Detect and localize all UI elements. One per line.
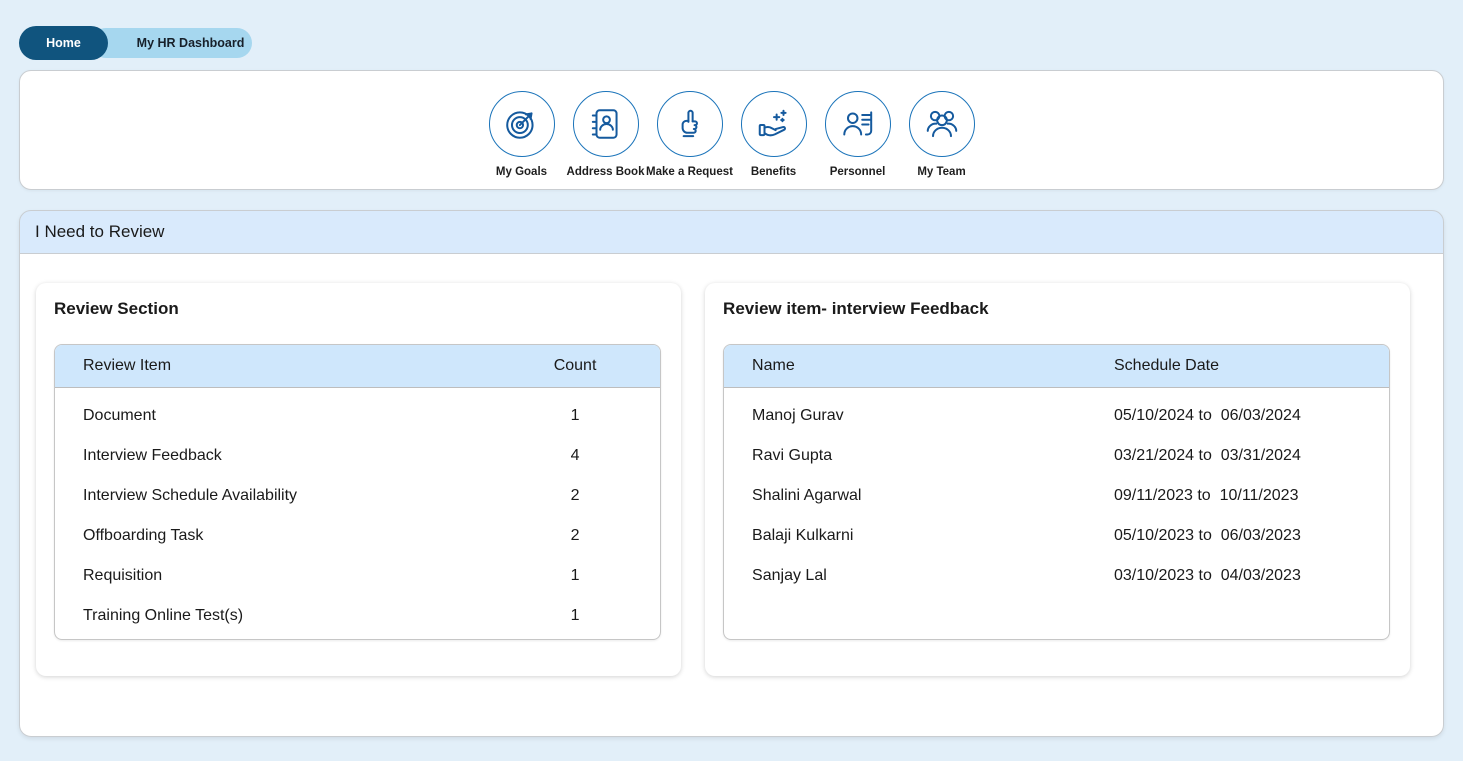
toolbar-item-my-goals[interactable]: My Goals (480, 91, 564, 178)
table-body: Document 1 Interview Feedback 4 Intervie… (55, 388, 660, 639)
breadcrumb: My HR Dashboard Home (19, 26, 279, 60)
name-cell: Shalini Agarwal (752, 487, 1114, 505)
name-cell: Ravi Gupta (752, 447, 1114, 465)
toolbar-item-label: My Team (917, 166, 965, 178)
table-row[interactable]: Manoj Gurav 05/10/2024 to 06/03/2024 (724, 396, 1389, 436)
table-header-row: Name Schedule Date (724, 345, 1389, 388)
name-cell: Manoj Gurav (752, 407, 1114, 425)
toolbar-item-label: Benefits (751, 166, 796, 178)
column-header-name: Name (752, 357, 1114, 375)
name-cell: Sanjay Lal (752, 567, 1114, 585)
toolbar-item-label: Make a Request (646, 166, 733, 178)
table-row[interactable]: Sanjay Lal 03/10/2023 to 04/03/2023 (724, 556, 1389, 596)
review-section-table: Review Item Count Document 1 Interview F… (54, 344, 661, 640)
card-title: Review Section (54, 299, 661, 319)
pointing-hand-icon (657, 91, 723, 157)
interview-feedback-card: Review item- interview Feedback Name Sch… (705, 283, 1410, 676)
section-body: Review Section Review Item Count Documen… (19, 254, 1444, 737)
review-section-card: Review Section Review Item Count Documen… (36, 283, 681, 676)
table-row[interactable]: Interview Feedback 4 (55, 436, 660, 476)
toolbar-item-my-team[interactable]: My Team (900, 91, 984, 178)
review-item-cell: Document (83, 407, 490, 425)
table-row[interactable]: Shalini Agarwal 09/11/2023 to 10/11/2023 (724, 476, 1389, 516)
table-body: Manoj Gurav 05/10/2024 to 06/03/2024 Rav… (724, 388, 1389, 639)
name-cell: Balaji Kulkarni (752, 527, 1114, 545)
review-item-cell: Training Online Test(s) (83, 607, 490, 625)
review-item-cell: Interview Feedback (83, 447, 490, 465)
schedule-date-cell: 03/21/2024 to 03/31/2024 (1114, 447, 1389, 465)
schedule-date-cell: 09/11/2023 to 10/11/2023 (1114, 487, 1389, 505)
review-item-cell: Requisition (83, 567, 490, 585)
tab-label: Home (46, 36, 81, 50)
address-book-icon (573, 91, 639, 157)
giving-hand-icon (741, 91, 807, 157)
count-cell: 2 (490, 527, 660, 545)
table-row[interactable]: Training Online Test(s) 1 (55, 596, 660, 636)
toolbar-item-make-a-request[interactable]: Make a Request (648, 91, 732, 178)
schedule-date-cell: 05/10/2024 to 06/03/2024 (1114, 407, 1389, 425)
count-cell: 1 (490, 567, 660, 585)
column-header-review-item: Review Item (83, 357, 490, 375)
interview-feedback-table: Name Schedule Date Manoj Gurav 05/10/202… (723, 344, 1390, 640)
toolbar-item-personnel[interactable]: Personnel (816, 91, 900, 178)
table-header-row: Review Item Count (55, 345, 660, 388)
tab-home[interactable]: Home (19, 26, 108, 60)
people-group-icon (909, 91, 975, 157)
column-header-schedule-date: Schedule Date (1114, 357, 1389, 375)
toolbar-item-label: My Goals (496, 166, 547, 178)
review-item-cell: Offboarding Task (83, 527, 490, 545)
count-cell: 2 (490, 487, 660, 505)
count-cell: 1 (490, 607, 660, 625)
table-row[interactable]: Ravi Gupta 03/21/2024 to 03/31/2024 (724, 436, 1389, 476)
card-title: Review item- interview Feedback (723, 299, 1390, 319)
quick-links-toolbar: My Goals Address Book Make a Request (19, 70, 1444, 190)
need-to-review-section: I Need to Review Review Section Review I… (19, 210, 1444, 737)
schedule-date-cell: 03/10/2023 to 04/03/2023 (1114, 567, 1389, 585)
review-item-cell: Interview Schedule Availability (83, 487, 490, 505)
section-title: I Need to Review (35, 222, 164, 242)
count-cell: 4 (490, 447, 660, 465)
toolbar-item-label: Address Book (567, 166, 645, 178)
table-row[interactable]: Requisition 1 (55, 556, 660, 596)
toolbar-item-benefits[interactable]: Benefits (732, 91, 816, 178)
table-row[interactable]: Balaji Kulkarni 05/10/2023 to 06/03/2023 (724, 516, 1389, 556)
table-row[interactable]: Document 1 (55, 396, 660, 436)
section-header: I Need to Review (19, 210, 1444, 254)
table-row[interactable]: Interview Schedule Availability 2 (55, 476, 660, 516)
table-row[interactable]: Offboarding Task 2 (55, 516, 660, 556)
toolbar-item-address-book[interactable]: Address Book (564, 91, 648, 178)
schedule-date-cell: 05/10/2023 to 06/03/2023 (1114, 527, 1389, 545)
column-header-count: Count (490, 357, 660, 375)
count-cell: 1 (490, 407, 660, 425)
toolbar-item-label: Personnel (830, 166, 886, 178)
tab-label: My HR Dashboard (137, 36, 245, 50)
person-document-icon (825, 91, 891, 157)
tab-my-hr-dashboard[interactable]: My HR Dashboard (91, 28, 252, 58)
target-icon (489, 91, 555, 157)
